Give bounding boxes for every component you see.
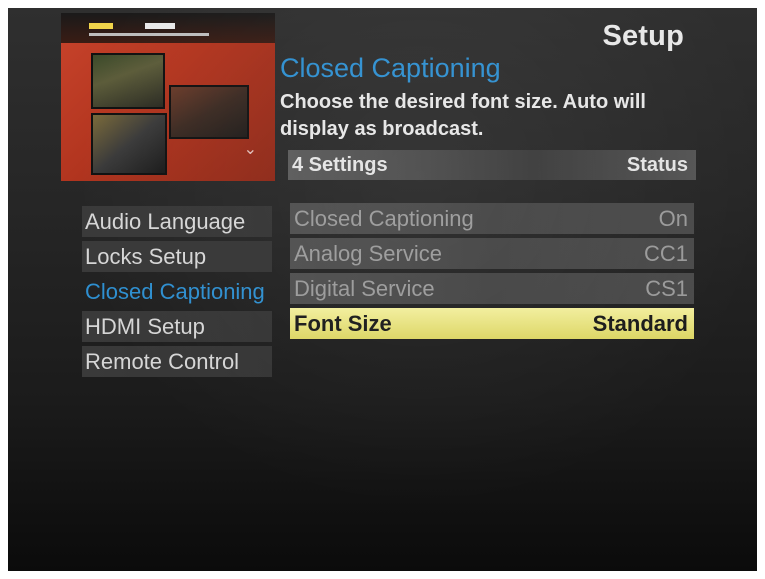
status-column-label: Status bbox=[626, 153, 688, 176]
setup-side-menu: Audio Language Locks Setup Closed Captio… bbox=[82, 206, 272, 381]
setting-row-digital-service[interactable]: Digital Service CS1 bbox=[290, 273, 694, 304]
screen-title: Setup bbox=[602, 20, 684, 52]
setting-row-font-size[interactable]: Font Size Standard bbox=[290, 308, 694, 339]
setting-value: On bbox=[658, 205, 688, 231]
preview-image-2 bbox=[169, 85, 249, 139]
preview-ticker-tag bbox=[145, 23, 175, 29]
preview-image-1 bbox=[91, 53, 165, 109]
menu-item-closed-captioning[interactable]: Closed Captioning bbox=[82, 276, 272, 307]
setting-value: CS1 bbox=[645, 275, 688, 301]
settings-list: Closed Captioning On Analog Service CC1 … bbox=[290, 203, 694, 343]
setting-label: Analog Service bbox=[294, 240, 442, 266]
setting-label: Digital Service bbox=[294, 275, 435, 301]
chevron-down-icon: ⌄ bbox=[243, 141, 257, 158]
preview-ticker-text bbox=[89, 33, 209, 36]
setting-row-analog-service[interactable]: Analog Service CC1 bbox=[290, 238, 694, 269]
section-title: Closed Captioning bbox=[280, 53, 501, 83]
preview-ticker-logo bbox=[89, 23, 113, 29]
menu-item-audio-language[interactable]: Audio Language bbox=[82, 206, 272, 237]
preview-image-3 bbox=[91, 113, 167, 175]
live-tv-preview: ⌄ bbox=[61, 13, 275, 181]
settings-count: 4 Settings bbox=[292, 153, 388, 176]
settings-header-bar: 4 Settings Status bbox=[288, 150, 696, 180]
help-description: Choose the desired font size. Auto will … bbox=[280, 91, 646, 140]
menu-item-locks-setup[interactable]: Locks Setup bbox=[82, 241, 272, 272]
setting-value: CC1 bbox=[643, 240, 688, 266]
tv-screen: ⌄ Setup Closed Captioning Choose the des… bbox=[8, 8, 757, 571]
setting-value: Standard bbox=[592, 310, 688, 336]
setting-row-closed-captioning[interactable]: Closed Captioning On bbox=[290, 203, 694, 234]
menu-item-remote-control[interactable]: Remote Control bbox=[82, 346, 272, 377]
setting-label: Font Size bbox=[294, 310, 392, 336]
menu-item-hdmi-setup[interactable]: HDMI Setup bbox=[82, 311, 272, 342]
setting-label: Closed Captioning bbox=[294, 205, 474, 231]
